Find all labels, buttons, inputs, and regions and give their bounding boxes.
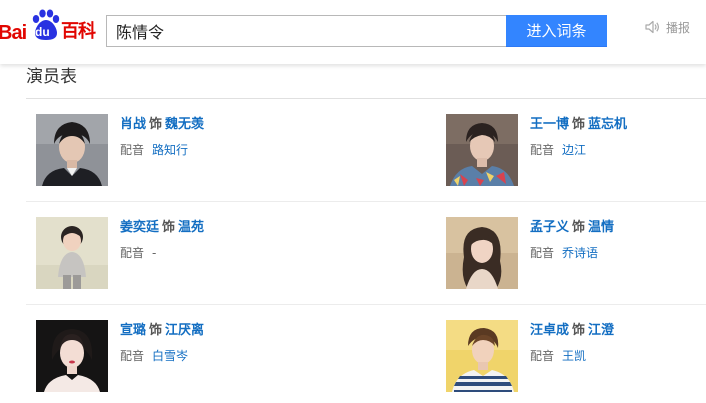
voice-actor-link[interactable]: 路知行 <box>152 143 188 157</box>
role-name-link[interactable]: 温苑 <box>178 220 204 235</box>
actor-role-line: 宣璐饰江厌离 <box>120 322 204 340</box>
voice-label: 配音 <box>530 143 555 157</box>
voice-actor-text: - <box>152 246 157 260</box>
voice-line: 配音 - <box>120 245 156 261</box>
voice-label: 配音 <box>530 349 555 363</box>
actor-role-line: 王一博饰蓝忘机 <box>530 116 627 134</box>
actor-role-line: 汪卓成饰江澄 <box>530 322 614 340</box>
as-label: 饰 <box>149 323 163 338</box>
voice-actor-link[interactable]: 白雪岑 <box>152 349 188 363</box>
voice-line: 配音 边江 <box>530 142 586 158</box>
logo-bai-text: Bai <box>0 22 27 44</box>
voice-actor-link[interactable]: 乔诗语 <box>562 246 598 260</box>
baidu-baike-logo[interactable]: Bai du 百科 <box>0 9 100 49</box>
voice-label: 配音 <box>530 246 555 260</box>
actor-name-link[interactable]: 孟子义 <box>530 220 569 235</box>
actor-photo[interactable] <box>446 114 518 186</box>
cast-item: 汪卓成饰江澄 配音 王凯 <box>446 320 706 392</box>
role-name-link[interactable]: 蓝忘机 <box>588 117 627 132</box>
search-input[interactable] <box>107 16 496 46</box>
section-title: 演员表 <box>26 67 77 87</box>
as-label: 饰 <box>162 220 176 235</box>
voice-line: 配音 乔诗语 <box>530 245 598 261</box>
cast-item: 姜奕廷饰温苑 配音 - <box>36 217 356 289</box>
role-name-link[interactable]: 魏无羡 <box>165 117 204 132</box>
search-box <box>106 15 506 47</box>
voice-line: 配音 路知行 <box>120 142 188 158</box>
cast-item: 宣璐饰江厌离 配音 白雪岑 <box>36 320 356 392</box>
voice-line: 配音 王凯 <box>530 348 586 364</box>
as-label: 饰 <box>572 323 586 338</box>
actor-role-line: 孟子义饰温情 <box>530 219 614 237</box>
row-divider <box>26 304 706 305</box>
as-label: 饰 <box>572 220 586 235</box>
actor-name-link[interactable]: 王一博 <box>530 117 569 132</box>
voice-label: 配音 <box>120 246 145 260</box>
role-name-link[interactable]: 温情 <box>588 220 614 235</box>
speaker-icon <box>645 20 659 34</box>
as-label: 饰 <box>149 117 163 132</box>
actor-role-line: 姜奕廷饰温苑 <box>120 219 204 237</box>
cast-item: 孟子义饰温情 配音 乔诗语 <box>446 217 706 289</box>
voice-label: 配音 <box>120 143 145 157</box>
actor-photo[interactable] <box>36 320 108 392</box>
actor-name-link[interactable]: 肖战 <box>120 117 146 132</box>
top-bar: Bai du 百科 进入词条 播报 <box>0 0 706 64</box>
role-name-link[interactable]: 江澄 <box>588 323 614 338</box>
as-label: 饰 <box>572 117 586 132</box>
role-name-link[interactable]: 江厌离 <box>165 323 204 338</box>
actor-name-link[interactable]: 宣璐 <box>120 323 146 338</box>
voice-actor-link[interactable]: 边江 <box>562 143 586 157</box>
actor-photo[interactable] <box>446 217 518 289</box>
audio-play-button[interactable]: 播报 <box>644 18 690 36</box>
audio-label: 播报 <box>666 20 691 35</box>
actor-photo[interactable] <box>36 114 108 186</box>
section-divider <box>26 98 706 99</box>
logo-du-text: du <box>35 25 50 39</box>
voice-actor-link[interactable]: 王凯 <box>562 349 586 363</box>
row-divider <box>26 201 706 202</box>
logo-baike-text: 百科 <box>61 21 96 42</box>
actor-name-link[interactable]: 姜奕廷 <box>120 220 159 235</box>
actor-role-line: 肖战饰魏无羡 <box>120 116 204 134</box>
enter-entry-button[interactable]: 进入词条 <box>506 15 607 47</box>
cast-item: 肖战饰魏无羡 配音 路知行 <box>36 114 356 186</box>
actor-name-link[interactable]: 汪卓成 <box>530 323 569 338</box>
voice-label: 配音 <box>120 349 145 363</box>
voice-line: 配音 白雪岑 <box>120 348 188 364</box>
actor-photo[interactable] <box>446 320 518 392</box>
actor-photo[interactable] <box>36 217 108 289</box>
cast-item: 王一博饰蓝忘机 配音 边江 <box>446 114 706 186</box>
